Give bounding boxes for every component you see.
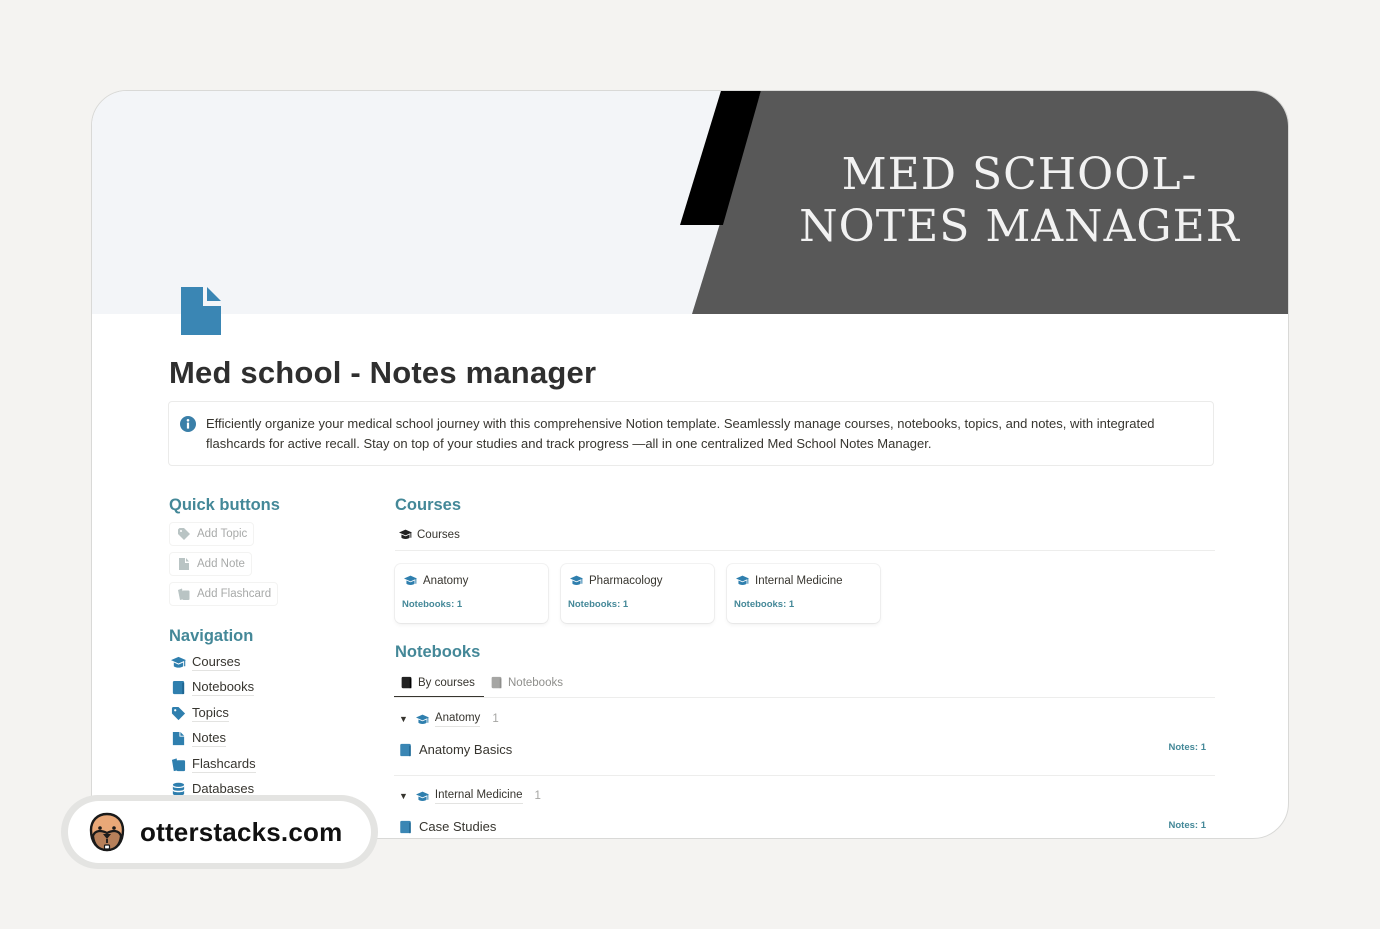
- card-notebooks-count: Notebooks: 1: [402, 599, 463, 610]
- nav-item-label: Notebooks: [192, 679, 255, 696]
- add-topic-label: Add Topic: [197, 528, 248, 540]
- graduation-cap-icon: [399, 529, 412, 539]
- group-header-anatomy[interactable]: ▼ Anatomy 1: [399, 711, 499, 727]
- graduation-cap-icon: [415, 791, 429, 801]
- add-topic-button[interactable]: Add Topic: [169, 522, 255, 546]
- cover-banner: MED SCHOOL- NOTES MANAGER: [92, 91, 1288, 314]
- nav-item-notes[interactable]: Notes: [171, 729, 226, 747]
- cover-title-line-1: MED SCHOOL-: [841, 149, 1198, 200]
- notebook-icon: [400, 820, 411, 833]
- group-name[interactable]: Anatomy: [434, 711, 481, 727]
- nav-item-label: Courses: [192, 654, 241, 671]
- tab-notebooks[interactable]: Notebooks: [490, 676, 563, 689]
- courses-heading: Courses: [395, 496, 462, 514]
- course-card-anatomy[interactable]: Anatomy Notebooks: 1: [395, 564, 548, 623]
- info-callout: Efficiently organize your medical school…: [168, 401, 1214, 466]
- notebook-icon: [172, 680, 185, 694]
- nav-item-label: Topics: [192, 705, 229, 722]
- group-header-internal-medicine[interactable]: ▼ Internal Medicine 1: [399, 788, 541, 804]
- quick-buttons-heading: Quick buttons: [169, 496, 280, 514]
- nav-item-topics[interactable]: Topics: [171, 704, 229, 722]
- page-window: MED SCHOOL- NOTES MANAGER Med school - N…: [91, 90, 1289, 839]
- flashcards-icon: [178, 588, 190, 600]
- card-title: Internal Medicine: [736, 574, 843, 587]
- notebook-row[interactable]: Anatomy Basics: [399, 742, 512, 757]
- navigation-heading: Navigation: [169, 627, 254, 645]
- notebook-icon: [491, 676, 502, 689]
- divider: [395, 550, 1215, 551]
- graduation-cap-icon: [404, 575, 417, 585]
- group-name[interactable]: Internal Medicine: [434, 788, 523, 804]
- cover-title-line-2: NOTES MANAGER: [799, 201, 1240, 252]
- courses-view-tab[interactable]: Courses: [399, 528, 460, 541]
- otter-face-icon: [89, 812, 125, 852]
- watermark-badge: otterstacks.com: [61, 795, 378, 869]
- graduation-cap-icon: [736, 575, 749, 585]
- notebook-row-meta: Notes: 1: [1169, 820, 1288, 831]
- notebook-title: Case Studies: [419, 819, 497, 834]
- cover-title: MED SCHOOL- NOTES MANAGER: [792, 149, 1247, 253]
- course-card-pharmacology[interactable]: Pharmacology Notebooks: 1: [561, 564, 714, 623]
- flashcards-icon: [171, 757, 186, 771]
- watermark-text: otterstacks.com: [140, 816, 343, 847]
- course-card-internal-medicine[interactable]: Internal Medicine Notebooks: 1: [727, 564, 880, 623]
- card-title-text: Internal Medicine: [755, 574, 843, 587]
- graduation-cap-icon: [415, 714, 429, 724]
- graduation-cap-icon: [171, 656, 186, 668]
- courses-view-tab-label: Courses: [417, 528, 460, 541]
- divider: [394, 775, 1215, 776]
- divider: [394, 697, 1215, 698]
- document-icon: [172, 731, 185, 745]
- tag-icon: [178, 528, 190, 540]
- collapse-toggle-icon[interactable]: ▼: [399, 714, 408, 724]
- collapse-toggle-icon[interactable]: ▼: [399, 791, 408, 801]
- add-note-button[interactable]: Add Note: [169, 552, 252, 576]
- card-title-text: Pharmacology: [589, 574, 663, 587]
- card-title: Anatomy: [404, 574, 468, 587]
- info-icon: [180, 416, 196, 432]
- tab-label: Notebooks: [508, 676, 563, 689]
- nav-item-notebooks[interactable]: Notebooks: [171, 678, 255, 696]
- document-icon[interactable]: [181, 287, 221, 335]
- tab-label: By courses: [418, 676, 475, 689]
- add-flashcard-label: Add Flashcard: [197, 588, 272, 600]
- page-title: Med school - Notes manager: [169, 355, 597, 390]
- notebook-icon: [400, 743, 411, 756]
- add-flashcard-button[interactable]: Add Flashcard: [169, 582, 279, 606]
- watermark-badge-inner: otterstacks.com: [68, 801, 371, 863]
- notes-count: Notes: 1: [1168, 742, 1206, 753]
- group-count: 1: [492, 713, 499, 725]
- notebook-row-meta: Notes: 1: [1169, 742, 1288, 753]
- nav-item-label: Flashcards: [192, 756, 256, 773]
- notebook-row[interactable]: Case Studies: [399, 819, 496, 834]
- nav-item-label: Notes: [192, 730, 226, 747]
- notebook-title: Anatomy Basics: [419, 742, 513, 757]
- card-title: Pharmacology: [570, 574, 663, 587]
- nav-item-courses[interactable]: Courses: [171, 653, 241, 671]
- add-note-label: Add Note: [197, 558, 245, 570]
- card-notebooks-count: Notebooks: 1: [734, 599, 795, 610]
- nav-item-flashcards[interactable]: Flashcards: [171, 755, 256, 773]
- document-icon: [179, 558, 189, 570]
- notebook-icon: [401, 676, 412, 689]
- tag-icon: [171, 706, 186, 720]
- notes-count: Notes: 1: [1168, 820, 1206, 831]
- tab-by-courses[interactable]: By courses: [400, 676, 475, 689]
- callout-text: Efficiently organize your medical school…: [206, 416, 1155, 451]
- card-title-text: Anatomy: [423, 574, 469, 587]
- notebooks-heading: Notebooks: [395, 643, 481, 661]
- graduation-cap-icon: [570, 575, 583, 585]
- group-count: 1: [534, 790, 541, 802]
- card-notebooks-count: Notebooks: 1: [568, 599, 629, 610]
